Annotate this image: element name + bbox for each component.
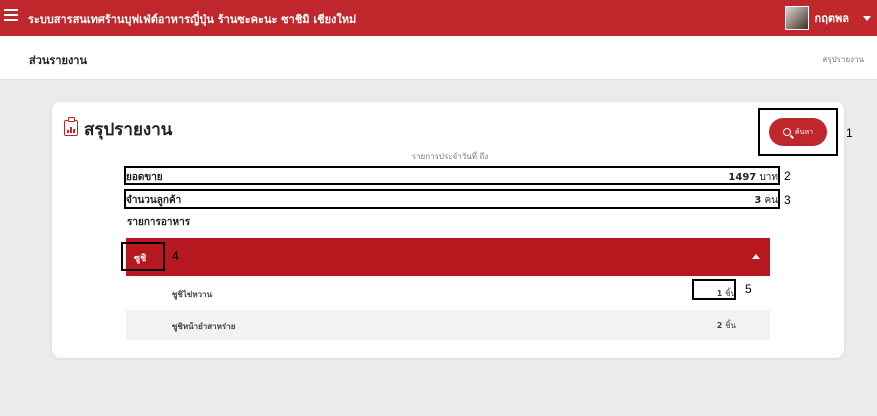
- search-icon: [782, 128, 791, 136]
- search-button[interactable]: ค้นหา: [769, 118, 827, 146]
- breadcrumb[interactable]: สรุปรายงาน: [822, 53, 864, 66]
- sales-label: ยอดขาย: [126, 172, 163, 183]
- annotation-number-2: 2: [784, 169, 791, 183]
- customers-value: 3: [754, 195, 762, 206]
- annotation-number-4: 4: [172, 249, 179, 263]
- sales-total-row: ยอดขาย 1497 บาท: [126, 170, 778, 185]
- search-button-label: ค้นหา: [794, 127, 813, 136]
- category-accordion-header[interactable]: ซูชิ: [126, 238, 770, 276]
- sales-unit: บาท: [759, 172, 778, 183]
- food-list-label: รายการอาหาร: [127, 217, 191, 228]
- page-title: ส่วนรายงาน: [29, 54, 88, 67]
- annotation-number-1: 1: [846, 126, 853, 140]
- hamburger-menu-icon[interactable]: [4, 8, 18, 22]
- chevron-down-icon[interactable]: [863, 15, 871, 21]
- item-qty-value: 1: [716, 289, 723, 298]
- item-qty-unit: ชิ้น: [725, 289, 736, 298]
- annotation-number-3: 3: [784, 193, 791, 207]
- item-name: ซูชิไข่หวาน: [172, 290, 213, 299]
- item-qty-value: 2: [716, 321, 723, 330]
- page-header: ส่วนรายงาน สรุปรายงาน: [0, 36, 877, 80]
- item-qty-unit: ชิ้น: [725, 321, 736, 330]
- customers-unit: คน: [764, 195, 778, 206]
- report-title: สรุปรายงาน: [84, 120, 173, 140]
- list-item: ซูชิไข่หวาน 1 ชิ้น: [126, 278, 770, 308]
- avatar: [784, 6, 809, 30]
- item-name: ซูชิหน้ายำสาหร่าย: [172, 322, 236, 331]
- date-range-caption: รายการประจำวันที่ ถึง: [411, 152, 489, 161]
- user-menu[interactable]: กฤตพล: [784, 4, 871, 32]
- annotation-number-5: 5: [745, 282, 752, 296]
- user-name: กฤตพล: [814, 12, 849, 25]
- clipboard-chart-icon: [64, 117, 78, 136]
- app-title: ระบบสารสนเทศร้านบุฟเฟ่ต์อาหารญี่ปุ่น ร้า…: [28, 13, 357, 26]
- customers-label: จำนวนลูกค้า: [126, 195, 182, 206]
- customer-count-row: จำนวนลูกค้า 3 คน: [126, 193, 778, 208]
- top-navbar: ระบบสารสนเทศร้านบุฟเฟ่ต์อาหารญี่ปุ่น ร้า…: [0, 0, 877, 36]
- item-quantity: 2 ชิ้น: [717, 319, 736, 332]
- chevron-up-icon[interactable]: [752, 254, 760, 259]
- list-item: ซูชิหน้ายำสาหร่าย 2 ชิ้น: [126, 310, 770, 340]
- sales-value: 1497: [728, 172, 757, 183]
- category-name: ซูชิ: [134, 254, 147, 264]
- item-quantity: 1 ชิ้น: [717, 287, 736, 300]
